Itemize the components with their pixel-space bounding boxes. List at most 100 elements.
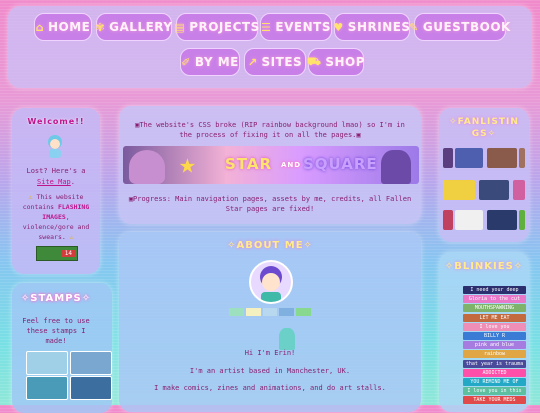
fanlisting-image[interactable] <box>519 210 525 230</box>
home-icon: ⌂ <box>35 20 44 34</box>
star-and-square-banner[interactable]: ★ STAR AND SQUARE <box>123 146 419 184</box>
welcome-panel: Welcome!! Lost? Here's a Site Map. ⚠ Thi… <box>12 108 100 274</box>
visitor-counter: 14 <box>36 246 78 261</box>
welcome-title: Welcome!! <box>27 117 85 126</box>
blinkie-image[interactable]: pink and blue <box>463 341 526 350</box>
fanlisting-image[interactable] <box>479 180 509 200</box>
profile-picture <box>249 260 293 304</box>
stamp-image[interactable] <box>26 351 68 375</box>
stamps-title-text: STAMPS <box>30 293 82 304</box>
stamps-panel: ✧STAMPS✧ Feel free to use these stamps I… <box>12 283 112 413</box>
nav-guestbook-button[interactable]: ✎ GUESTBOOK <box>409 13 510 41</box>
link-icon: ↗ <box>247 55 258 69</box>
nav-by-me-button[interactable]: ✐ BY ME <box>180 48 240 76</box>
counter-value: 14 <box>61 250 75 257</box>
fanlisting-image[interactable] <box>519 148 525 168</box>
blinkie-image[interactable]: Gloria to the cut <box>463 295 526 304</box>
button-badges-row <box>229 308 311 316</box>
badge-button[interactable] <box>262 308 278 316</box>
stamps-text: Feel free to use these stamps I made! <box>22 317 90 345</box>
banner-and: AND <box>281 161 302 169</box>
nav-projects-button[interactable]: ▤ PROJECTS <box>174 13 260 41</box>
character-right <box>381 150 411 184</box>
nav-shrines-button[interactable]: ♥ SHRINES <box>333 13 410 41</box>
notice-panel: ▣The website's CSS broke (RIP rainbow ba… <box>119 106 421 224</box>
notice-body: The website's CSS broke (RIP rainbow bac… <box>139 121 405 139</box>
blinkie-image[interactable]: TAKE YOUR MEDS <box>463 396 526 405</box>
star-character: ★ <box>179 147 196 180</box>
blinkie-image[interactable]: BILLY R <box>463 332 526 340</box>
avatar <box>44 134 66 158</box>
fanlisting-image[interactable] <box>443 148 453 168</box>
banner-star: STAR <box>225 155 273 173</box>
sparkle-icon: ✧ <box>487 129 497 139</box>
stamp-image[interactable] <box>70 376 112 400</box>
blinkie-image[interactable]: I love you in this <box>463 387 526 396</box>
cart-icon: ⛟ <box>306 54 322 68</box>
blinkie-image[interactable]: YOU REMIND ME OF <box>463 378 526 386</box>
sparkle-icon: ✧ <box>513 261 524 272</box>
pen-icon: ✐ <box>181 55 191 69</box>
sparkle-icon: ✧ <box>20 293 31 304</box>
sparkle-icon: ✧ <box>444 261 455 272</box>
warning-icon: ⚠ <box>69 233 74 241</box>
fanlisting-image[interactable] <box>487 210 517 230</box>
nav-label: GUESTBOOK <box>422 20 511 34</box>
blinkies-title: ✧BLINKIES✧ <box>439 261 529 272</box>
sitemap-link[interactable]: Site Map <box>37 178 71 186</box>
blinkie-image[interactable]: I love you <box>463 322 526 331</box>
fanlisting-image[interactable] <box>455 148 483 168</box>
progress-body: Progress: Main navigation pages, assets … <box>133 195 412 213</box>
nav-label: PROJECTS <box>189 20 260 34</box>
events-icon: ☰ <box>261 20 272 34</box>
document-icon: ▣ <box>356 131 361 139</box>
fanlisting-image[interactable] <box>455 210 483 230</box>
stamps-title: ✧STAMPS✧ <box>12 293 100 304</box>
blinkie-image[interactable]: LET ME EAT <box>463 313 526 322</box>
badge-button[interactable] <box>229 308 244 316</box>
content-warning: ⚠ This website contains FLASHING IMAGES,… <box>16 192 96 242</box>
projects-icon: ▤ <box>174 20 186 34</box>
fanlisting-image[interactable] <box>443 180 475 200</box>
badge-button[interactable] <box>245 308 261 316</box>
mini-character <box>279 328 295 350</box>
about-title: ✧ABOUT ME✧ <box>119 240 421 251</box>
nav-label: HOME <box>47 20 91 34</box>
nav-label: SHOP <box>325 55 366 69</box>
sitemap-period: . <box>70 178 75 186</box>
blinkie-image[interactable]: ADDICTED <box>463 368 526 377</box>
stamp-image[interactable] <box>26 376 68 400</box>
progress-text: ▣Progress: Main navigation pages, assets… <box>127 194 413 214</box>
fanlisting-image[interactable] <box>443 210 453 230</box>
nav-sites-button[interactable]: ↗ SITES <box>244 48 306 76</box>
nav-label: BY ME <box>194 55 239 69</box>
sparkle-icon: ✧ <box>449 117 458 127</box>
character-left <box>129 150 165 184</box>
badge-button[interactable] <box>296 308 311 316</box>
fanlisting-image[interactable] <box>487 148 517 168</box>
palette-icon: ✾ <box>95 20 106 34</box>
about-greeting: Hi I'm Erin! <box>244 349 296 357</box>
blinkie-image[interactable]: MOUTHSPAWNING <box>463 304 526 313</box>
nav-label: SITES <box>261 55 303 69</box>
fanlistings-title: ✧FANLISTINGS✧ <box>445 116 523 140</box>
nav-shop-button[interactable]: ⛟ SHOP <box>306 48 366 76</box>
nav-label: EVENTS <box>275 20 331 34</box>
blinkies-title-text: BLINKIES <box>454 261 514 272</box>
blinkie-image[interactable]: I need your deep <box>463 286 526 294</box>
sparkle-icon: ✧ <box>81 293 92 304</box>
fanlisting-image[interactable] <box>513 180 525 200</box>
warning-icon: ⚠ <box>28 193 33 201</box>
fanlistings-panel: ✧FANLISTINGS✧ <box>439 108 529 242</box>
sparkle-icon: ✧ <box>303 240 313 251</box>
stamp-image[interactable] <box>70 351 112 375</box>
blinkie-image[interactable]: rainbow <box>463 350 526 359</box>
nav-gallery-button[interactable]: ✾ GALLERY <box>95 13 172 41</box>
badge-button[interactable] <box>279 308 295 316</box>
lost-label: Lost? Here's a <box>26 167 86 175</box>
about-location: I'm an artist based in Manchester, UK. <box>189 367 351 375</box>
nav-events-button[interactable]: ☰ EVENTS <box>260 13 332 41</box>
nav-home-button[interactable]: ⌂ HOME <box>34 13 92 41</box>
about-panel: ✧ABOUT ME✧ Hi I'm Erin! I'm an artist ba… <box>119 232 421 412</box>
blinkie-image[interactable]: that year is trauma <box>463 359 526 368</box>
